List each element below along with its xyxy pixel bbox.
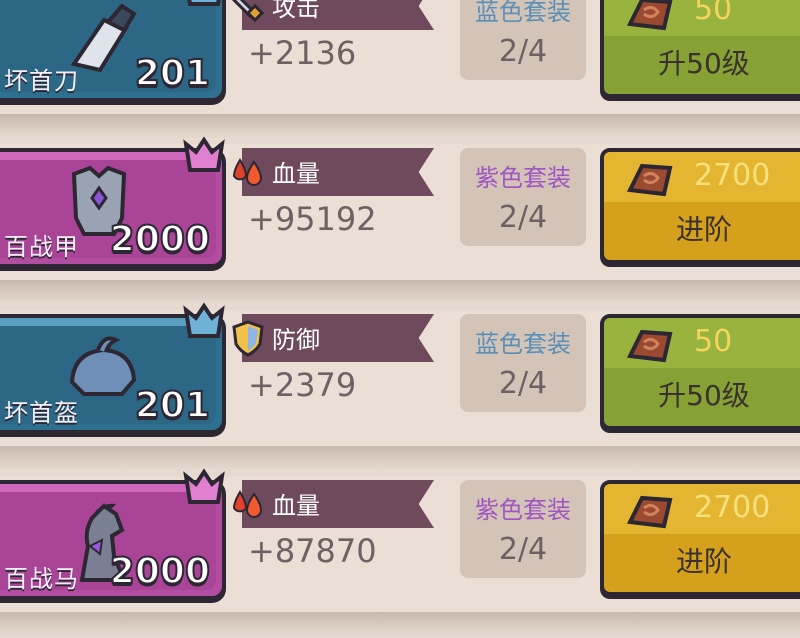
item-level: 2000: [109, 218, 211, 261]
advance-cost: 2700: [694, 158, 771, 193]
upgrade-label: 升50级: [658, 47, 750, 80]
upgrade-label: 升50级: [658, 379, 750, 412]
stat-value: +2379: [248, 366, 357, 404]
shield-icon: [232, 320, 264, 357]
stat-bar: [242, 0, 434, 30]
upgrade-button[interactable]: 50 升50级: [600, 0, 800, 98]
stat-label: 防御: [272, 326, 320, 354]
set-count: 2/4: [498, 200, 548, 235]
set-name: 蓝色套装: [475, 330, 571, 358]
item-card-weapon[interactable]: 坏首刀 201: [0, 0, 226, 102]
set-crown-icon: [183, 136, 225, 172]
stat-bar: [242, 148, 434, 196]
set-count: 2/4: [498, 532, 548, 567]
advance-label: 进阶: [675, 545, 732, 578]
upgrade-button[interactable]: 50 升50级: [600, 314, 800, 430]
set-name: 紫色套装: [475, 164, 571, 192]
set-info: 紫色套装 2/4: [460, 148, 586, 246]
blood-drop-icon: [232, 158, 263, 186]
set-info: 蓝色套装 2/4: [460, 314, 586, 412]
equipment-row-helmet: 坏首盔 201 防御 +2379 蓝色套装 2/4 50 升50级: [0, 302, 800, 472]
stat-label: 血量: [272, 160, 320, 188]
item-level: 2000: [109, 550, 211, 593]
set-count: 2/4: [498, 366, 548, 401]
upgrade-cost: 50: [694, 324, 733, 359]
item-name: 坏首盔: [4, 399, 79, 427]
blood-drop-icon: [232, 490, 263, 518]
sword-icon: [231, 0, 265, 23]
equipment-row-mount: 百战马 2000 血量 +87870 紫色套装 2/4 2700 进阶: [0, 468, 800, 638]
set-name: 紫色套装: [475, 496, 571, 524]
set-crown-icon: [187, 0, 221, 6]
advance-stone-icon: [626, 495, 673, 529]
advance-label: 进阶: [675, 213, 732, 246]
stat-bar: [242, 314, 434, 362]
advance-cost: 2700: [694, 490, 771, 525]
item-name: 坏首刀: [4, 67, 79, 95]
upgrade-stone-icon: [626, 0, 673, 31]
upgrade-cost: 50: [694, 0, 733, 27]
stat-bar: [242, 480, 434, 528]
item-name: 百战甲: [4, 233, 79, 261]
set-count: 2/4: [498, 34, 548, 69]
stat-value: +95192: [248, 200, 377, 238]
set-name: 蓝色套装: [475, 0, 571, 26]
item-name: 百战马: [4, 565, 79, 593]
stat-value: +2136: [248, 34, 357, 72]
advance-button[interactable]: 2700 进阶: [600, 148, 800, 264]
item-level: 201: [134, 52, 211, 95]
set-crown-icon: [183, 468, 225, 504]
stat-value: +87870: [248, 532, 377, 570]
advance-stone-icon: [626, 163, 673, 197]
set-info: 紫色套装 2/4: [460, 480, 586, 578]
item-level: 201: [134, 384, 211, 427]
equipment-row-weapon: 坏首刀 201 攻击 +2136 蓝色套装 2/4 50 升50级: [0, 0, 800, 140]
stat-label: 血量: [272, 492, 320, 520]
set-info: 蓝色套装 2/4: [460, 0, 586, 80]
set-crown-icon: [183, 302, 225, 338]
upgrade-stone-icon: [626, 329, 673, 363]
advance-button[interactable]: 2700 进阶: [600, 480, 800, 596]
equipment-row-armor: 百战甲 2000 血量 +95192 紫色套装 2/4 2700 进阶: [0, 136, 800, 306]
stat-label: 攻击: [272, 0, 320, 22]
